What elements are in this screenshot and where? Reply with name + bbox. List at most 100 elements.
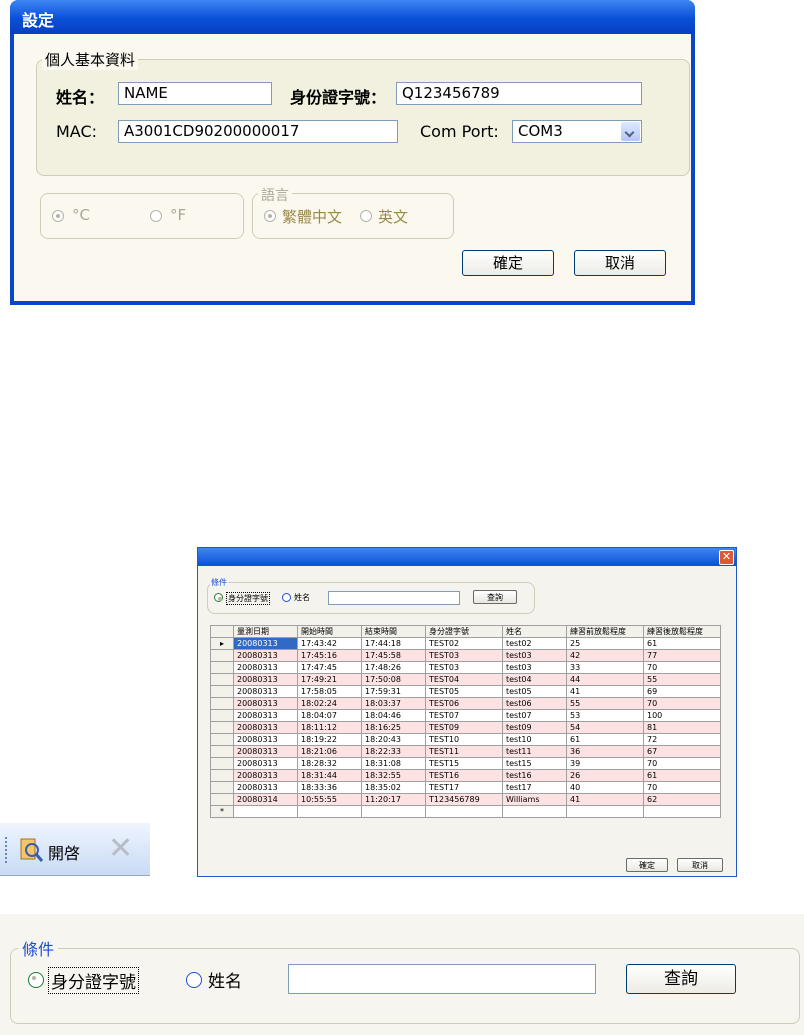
table-cell[interactable]: 17:48:26	[361, 661, 426, 674]
table-cell[interactable]: 18:31:44	[297, 769, 362, 782]
table-row[interactable]: 20080313 18:33:36 18:35:02 TEST17 test17 40 70	[210, 781, 721, 794]
row-header[interactable]	[210, 709, 234, 722]
table-cell[interactable]: 100	[643, 709, 721, 722]
table-cell[interactable]	[566, 805, 644, 818]
table-cell[interactable]: 18:28:32	[297, 757, 362, 770]
row-header[interactable]	[210, 733, 234, 746]
table-cell[interactable]: 70	[643, 697, 721, 710]
table-cell[interactable]: T123456789	[425, 793, 503, 806]
table-cell[interactable]: 18:20:43	[361, 733, 426, 746]
table-cell[interactable]: 17:59:31	[361, 685, 426, 698]
table-cell[interactable]: 20080313	[233, 673, 298, 686]
table-cell[interactable]: 20080313	[233, 649, 298, 662]
table-cell[interactable]: 18:11:12	[297, 721, 362, 734]
table-cell[interactable]: 17:47:45	[297, 661, 362, 674]
table-cell[interactable]: 17:45:16	[297, 649, 362, 662]
table-cell[interactable]: 20080313	[233, 637, 298, 650]
table-row[interactable]: 20080313 17:49:21 17:50:08 TEST04 test04 44 55	[210, 673, 721, 686]
table-cell[interactable]: TEST09	[425, 721, 503, 734]
table-cell[interactable]: 20080313	[233, 685, 298, 698]
table-cell[interactable]	[502, 805, 567, 818]
table-cell[interactable]: 61	[643, 637, 721, 650]
row-header[interactable]	[210, 649, 234, 662]
table-cell[interactable]: 67	[643, 745, 721, 758]
ok-button[interactable]: 確定	[462, 250, 554, 276]
table-cell[interactable]: 17:58:05	[297, 685, 362, 698]
query-search-input[interactable]	[328, 591, 460, 605]
table-cell[interactable]: 11:20:17	[361, 793, 426, 806]
column-header[interactable]: 開始時間	[297, 625, 362, 638]
row-header[interactable]	[210, 793, 234, 806]
table-cell[interactable]: 18:33:36	[297, 781, 362, 794]
table-cell[interactable]: 41	[566, 685, 644, 698]
table-cell[interactable]	[233, 805, 298, 818]
row-header[interactable]	[210, 757, 234, 770]
criteria-search-button[interactable]: 查詢	[626, 964, 736, 994]
name-input[interactable]: NAME	[118, 82, 272, 105]
table-cell[interactable]: 25	[566, 637, 644, 650]
column-header[interactable]: 量測日期	[233, 625, 298, 638]
table-cell[interactable]: 18:04:07	[297, 709, 362, 722]
query-id-radio[interactable]	[214, 593, 223, 602]
comport-select[interactable]: COM3	[512, 120, 642, 143]
query-cancel-button[interactable]: 取消	[677, 858, 723, 872]
table-row[interactable]: 20080313 18:02:24 18:03:37 TEST06 test06 55 70	[210, 697, 721, 710]
chevron-down-icon[interactable]	[621, 122, 640, 141]
table-cell[interactable]: test05	[502, 685, 567, 698]
id-number-input[interactable]: Q123456789	[396, 82, 642, 105]
table-row[interactable]: 20080313 17:45:16 17:45:58 TEST03 test03 42 77	[210, 649, 721, 662]
criteria-id-radio[interactable]	[28, 972, 44, 988]
table-cell[interactable]: 70	[643, 757, 721, 770]
row-header[interactable]	[210, 781, 234, 794]
table-cell[interactable]: 18:04:46	[361, 709, 426, 722]
row-header[interactable]	[210, 673, 234, 686]
table-cell[interactable]: 54	[566, 721, 644, 734]
table-cell[interactable]: TEST06	[425, 697, 503, 710]
table-cell[interactable]: test03	[502, 661, 567, 674]
table-row[interactable]: 20080313 18:28:32 18:31:08 TEST15 test15 39 70	[210, 757, 721, 770]
close-icon[interactable]: ✕	[719, 550, 734, 565]
table-cell[interactable]: 20080313	[233, 721, 298, 734]
query-ok-button[interactable]: 確定	[626, 858, 668, 872]
table-cell[interactable]: 20080314	[233, 793, 298, 806]
mac-input[interactable]: A3001CD90200000017	[118, 120, 398, 143]
table-cell[interactable]: 20080313	[233, 661, 298, 674]
table-cell[interactable]: 70	[643, 661, 721, 674]
open-button[interactable]: 開啓	[18, 831, 98, 867]
criteria-name-radio[interactable]	[186, 972, 202, 988]
table-cell[interactable]: TEST03	[425, 661, 503, 674]
table-row[interactable]: 20080313 18:21:06 18:22:33 TEST11 test11 36 67	[210, 745, 721, 758]
table-cell[interactable]: 33	[566, 661, 644, 674]
table-cell[interactable]: 61	[566, 733, 644, 746]
table-cell[interactable]: 20080313	[233, 745, 298, 758]
row-header[interactable]	[210, 661, 234, 674]
cancel-button[interactable]: 取消	[574, 250, 666, 276]
table-row[interactable]: 20080313 17:58:05 17:59:31 TEST05 test05 41 69	[210, 685, 721, 698]
column-header[interactable]: 身分證字號	[425, 625, 503, 638]
table-cell[interactable]: Williams	[502, 793, 567, 806]
query-window-title-bar[interactable]: ✕	[198, 548, 736, 566]
table-cell[interactable]: TEST04	[425, 673, 503, 686]
table-cell[interactable]: test03	[502, 649, 567, 662]
table-cell[interactable]: 62	[643, 793, 721, 806]
table-cell[interactable]: 18:02:24	[297, 697, 362, 710]
table-cell[interactable]	[361, 805, 426, 818]
row-header[interactable]: ▸	[210, 637, 234, 650]
table-cell[interactable]: 18:21:06	[297, 745, 362, 758]
table-cell[interactable]: test09	[502, 721, 567, 734]
table-cell[interactable]: TEST10	[425, 733, 503, 746]
table-cell[interactable]: 18:19:22	[297, 733, 362, 746]
row-header[interactable]	[210, 697, 234, 710]
table-cell[interactable]: 70	[643, 781, 721, 794]
criteria-search-input[interactable]	[288, 964, 596, 994]
table-cell[interactable]: 55	[566, 697, 644, 710]
table-cell[interactable]: TEST11	[425, 745, 503, 758]
table-cell[interactable]: test17	[502, 781, 567, 794]
table-cell[interactable]: 10:55:55	[297, 793, 362, 806]
table-row[interactable]: 20080313 18:31:44 18:32:55 TEST16 test16 26 61	[210, 769, 721, 782]
query-search-button[interactable]: 查詢	[473, 590, 517, 604]
table-cell[interactable]: 17:45:58	[361, 649, 426, 662]
table-cell[interactable]: 20080313	[233, 733, 298, 746]
table-cell[interactable]: TEST17	[425, 781, 503, 794]
table-cell[interactable]: 20080313	[233, 781, 298, 794]
